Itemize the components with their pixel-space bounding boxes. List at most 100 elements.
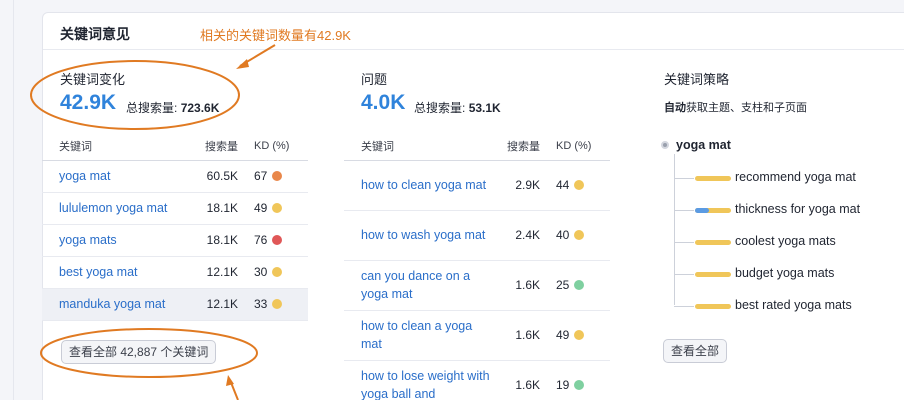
view-all-strategy-button[interactable]: 查看全部: [663, 339, 728, 363]
table-row[interactable]: manduka yoga mat 12.1K 33: [42, 288, 308, 321]
card-title: 关键词意见: [60, 26, 130, 42]
strategy-subtitle: 自动获取主题、支柱和子页面: [664, 99, 807, 115]
table-row[interactable]: how to clean a yoga mat 1.6K 49: [344, 310, 610, 361]
kd-value: 67: [254, 169, 268, 183]
kd-difficulty-dot: [574, 330, 585, 340]
kd-value: 44: [556, 178, 570, 192]
intent-bar: [695, 304, 731, 309]
kd-cell: 44: [540, 160, 610, 211]
intent-bar: [695, 176, 731, 181]
kd-cell: 49: [238, 192, 308, 225]
tree-connector: [674, 306, 694, 307]
keyword-link[interactable]: how to clean yoga mat: [344, 160, 494, 211]
kd-cell: 19: [540, 360, 610, 400]
questions-volume: 总搜索量: 53.1K: [414, 99, 501, 116]
variations-count: 42.9K: [60, 91, 117, 114]
tree-branch-label[interactable]: recommend yoga mat: [735, 170, 856, 184]
col-header-keyword: 关键词: [42, 133, 192, 161]
search-volume: 2.9K: [494, 160, 540, 211]
kd-cell: 25: [540, 260, 610, 311]
kd-difficulty-dot: [574, 230, 585, 240]
col-header-kd: KD (%): [540, 133, 610, 161]
kd-value: 19: [556, 378, 570, 392]
search-volume: 1.6K: [494, 360, 540, 400]
table-row[interactable]: how to wash yoga mat 2.4K 40: [344, 210, 610, 261]
tree-root-dot: [661, 141, 669, 149]
keyword-link[interactable]: manduka yoga mat: [42, 288, 192, 321]
strategy-subtitle-rest: 获取主题、支柱和子页面: [686, 102, 807, 114]
table-row[interactable]: yoga mats 18.1K 76: [42, 224, 308, 257]
variations-table: 关键词 搜索量 KD (%) yoga mat 60.5K 67 lululemon …: [42, 133, 308, 321]
variations-label: 关键词变化: [60, 72, 126, 87]
kd-difficulty-dot: [574, 280, 585, 290]
keyword-link[interactable]: can you dance on a yoga mat: [344, 260, 494, 311]
variations-volume-label: 总搜索量:: [126, 101, 178, 115]
questions-volume-label: 总搜索量:: [414, 101, 466, 115]
side-panel-edge: [0, 0, 14, 400]
intent-bar: [695, 240, 731, 245]
tree-branch-label[interactable]: thickness for yoga mat: [735, 202, 860, 216]
col-header-volume: 搜索量: [192, 133, 238, 161]
card-divider: [43, 49, 904, 50]
kd-difficulty-dot: [272, 267, 283, 277]
annotation-text: 相关的关键词数量有42.9K: [200, 28, 351, 43]
search-volume: 60.5K: [192, 160, 238, 193]
table-row[interactable]: how to lose weight with yoga ball and 1.6…: [344, 360, 610, 400]
kd-cell: 33: [238, 288, 308, 321]
view-all-keywords-button[interactable]: 查看全部 42,887 个关键词: [61, 340, 217, 364]
questions-count: 4.0K: [361, 91, 406, 114]
tree-branch-label[interactable]: best rated yoga mats: [735, 298, 852, 312]
variations-volume-value: 723.6K: [180, 101, 220, 115]
questions-label: 问题: [361, 72, 388, 87]
kd-difficulty-dot: [272, 171, 283, 181]
table-row[interactable]: can you dance on a yoga mat 1.6K 25: [344, 260, 610, 311]
table-row[interactable]: how to clean yoga mat 2.9K 44: [344, 160, 610, 211]
strategy-subtitle-bold: 自动: [664, 102, 686, 114]
keyword-link[interactable]: lululemon yoga mat: [42, 192, 192, 225]
intent-bar-secondary: [695, 208, 709, 213]
col-header-keyword: 关键词: [344, 133, 494, 161]
table-row[interactable]: yoga mat 60.5K 67: [42, 160, 308, 193]
questions-table: 关键词 搜索量 KD (%) how to clean yoga mat 2.9K…: [344, 133, 610, 400]
kd-value: 76: [254, 233, 268, 247]
col-header-kd: KD (%): [238, 133, 308, 161]
tree-trunk-line: [674, 154, 675, 305]
kd-value: 25: [556, 278, 570, 292]
kd-difficulty-dot: [272, 235, 283, 245]
tree-root-label[interactable]: yoga mat: [676, 138, 731, 152]
tree-branch-label[interactable]: budget yoga mats: [735, 266, 834, 280]
tree-branch-label[interactable]: coolest yoga mats: [735, 234, 836, 248]
kd-cell: 76: [238, 224, 308, 257]
tree-connector: [674, 178, 694, 179]
kd-value: 40: [556, 228, 570, 242]
tree-connector: [674, 210, 694, 211]
search-volume: 1.6K: [494, 310, 540, 361]
kd-cell: 40: [540, 210, 610, 261]
kd-cell: 30: [238, 256, 308, 289]
kd-difficulty-dot: [272, 299, 283, 309]
tree-connector: [674, 274, 694, 275]
keyword-link[interactable]: yoga mats: [42, 224, 192, 257]
strategy-label: 关键词策略: [664, 72, 730, 87]
search-volume: 1.6K: [494, 260, 540, 311]
intent-bar: [695, 272, 731, 277]
kd-cell: 49: [540, 310, 610, 361]
keyword-link[interactable]: how to lose weight with yoga ball and: [344, 360, 494, 400]
kd-difficulty-dot: [574, 180, 585, 190]
col-header-volume: 搜索量: [494, 133, 540, 161]
keyword-link[interactable]: how to clean a yoga mat: [344, 310, 494, 361]
keyword-link[interactable]: best yoga mat: [42, 256, 192, 289]
search-volume: 2.4K: [494, 210, 540, 261]
kd-value: 30: [254, 265, 268, 279]
kd-value: 49: [254, 201, 268, 215]
keyword-link[interactable]: yoga mat: [42, 160, 192, 193]
search-volume: 18.1K: [192, 192, 238, 225]
kd-cell: 67: [238, 160, 308, 193]
table-row[interactable]: lululemon yoga mat 18.1K 49: [42, 192, 308, 225]
table-row[interactable]: best yoga mat 12.1K 30: [42, 256, 308, 289]
kd-difficulty-dot: [272, 203, 283, 213]
kd-difficulty-dot: [574, 380, 585, 390]
kd-value: 49: [556, 328, 570, 342]
variations-volume: 总搜索量: 723.6K: [126, 99, 219, 116]
keyword-link[interactable]: how to wash yoga mat: [344, 210, 494, 261]
